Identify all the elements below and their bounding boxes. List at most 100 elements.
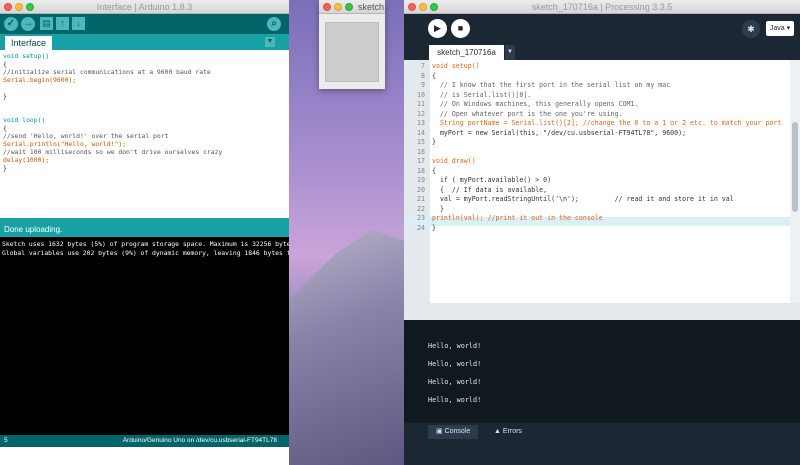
processing-console[interactable]: Hello, world! Hello, world! Hello, world… [404,320,800,423]
sketch-titlebar[interactable]: sketch... [319,0,385,14]
code-text: if ( myPort.available() > 0) [432,176,552,184]
code-line: Serial.begin(9600); [3,76,77,84]
code-line: 10 // is Serial.list()[0]. [404,91,790,101]
code-line: 7 void setup() [404,62,790,72]
line-number: 5 [4,437,8,444]
tab-menu-icon[interactable]: ▼ [505,45,515,60]
warning-icon: ▲ [494,428,503,435]
code-line: 8{ [404,72,790,82]
open-icon[interactable]: ↑ [56,17,69,30]
line-number: 8 [421,71,425,80]
close-button[interactable] [323,3,331,11]
tab-interface[interactable]: Interface [5,36,53,50]
minimize-button[interactable] [15,3,23,11]
processing-tabbar: sketch_170716a ▼ [404,44,800,60]
tab-console[interactable]: ▣ Console [428,425,479,439]
code-line: //wait 100 milliseconds so we don't driv… [3,148,223,156]
code-text: val = myPort.readStringUntil('\n'); // r… [432,195,734,203]
console-line: Sketch uses 1632 bytes (5%) of program s… [2,240,289,248]
serial-monitor-icon[interactable]: ⌕ [267,17,281,31]
line-number: 20 [417,185,425,194]
scrollbar-thumb[interactable] [792,122,798,212]
code-line: 9 // I know that the first port in the s… [404,81,790,91]
arduino-tabbar: Interface ▼ [0,34,289,50]
code-line: } [3,164,7,172]
zoom-button[interactable] [430,3,438,11]
tab-errors[interactable]: ▲ Errors [486,425,530,439]
code-line: void loop() [3,116,46,124]
code-text: void setup() [432,62,480,70]
line-number: 15 [417,138,425,146]
line-number: 16 [417,147,425,156]
code-line: } [3,92,7,100]
code-text: { // If data is available, [432,185,548,194]
line-number: 7 [421,62,425,70]
code-text: myPort = new Serial(this, "/dev/cu.usbse… [432,128,687,137]
zoom-button[interactable] [26,3,34,11]
close-button[interactable] [4,3,12,11]
processing-window: sketch_170716a | Processing 3.3.5 ▶ ■ ✱ … [404,0,800,465]
code-text: // On Windows machines, this generally o… [432,100,639,108]
code-text: { [432,71,436,80]
mode-selector[interactable]: Java ▾ [766,21,794,36]
code-line: //send 'Hello, world!' over the serial p… [3,132,169,140]
code-line: 22 } [404,205,790,215]
processing-titlebar[interactable]: sketch_170716a | Processing 3.3.5 [404,0,800,14]
code-text: println(val); //print it out in the cons… [432,214,603,222]
code-line: 18 { [404,167,790,177]
sketch-canvas[interactable] [325,22,379,82]
code-line: delay(1000); [3,156,50,164]
console-line: Global variables use 202 bytes (9%) of d… [2,249,289,257]
line-number: 22 [417,204,425,213]
debug-icon[interactable]: ✱ [742,20,760,38]
code-text: { [432,166,436,175]
processing-toolbar: ▶ ■ ✱ Java ▾ [404,14,800,44]
arduino-console[interactable]: Sketch uses 1632 bytes (5%) of program s… [0,237,289,435]
code-line: //initialize serial communications at a … [3,68,211,76]
tab-menu-icon[interactable]: ▼ [265,37,275,47]
code-line: 21 val = myPort.readStringUntil('\n'); /… [404,195,790,205]
minimize-button[interactable] [334,3,342,11]
board-port: Arduino/Genuino Uno on /dev/cu.usbserial… [122,437,277,444]
code-line: 17 void draw() [404,157,790,167]
minimize-button[interactable] [419,3,427,11]
code-text: String portName = Serial.list()[2]; //ch… [432,119,782,127]
console-icon: ▣ [436,428,445,435]
arduino-window: Interface | Arduino 1.8.3 ✓ → ▤ ↑ ↓ ⌕ In… [0,0,289,465]
arduino-window-title: Interface | Arduino 1.8.3 [96,2,193,12]
line-number: 19 [417,176,425,184]
sketch-preview-window: sketch... [319,0,385,89]
line-number: 18 [417,166,425,175]
new-icon[interactable]: ▤ [40,17,53,30]
line-number: 21 [417,195,425,203]
line-number: 12 [417,109,425,118]
code-line: 24} [404,224,790,234]
code-line: 13 String portName = Serial.list()[2]; /… [404,119,790,129]
code-text: } [432,223,436,232]
code-line: 16 [404,148,790,158]
stop-icon[interactable]: ■ [451,19,470,38]
verify-icon[interactable]: ✓ [4,17,18,31]
run-icon[interactable]: ▶ [428,19,447,38]
tab-sketch[interactable]: sketch_170716a [429,45,504,60]
editor-scrollbar[interactable] [790,60,800,303]
upload-icon[interactable]: → [21,17,35,31]
zoom-button[interactable] [345,3,353,11]
close-button[interactable] [408,3,416,11]
arduino-code-editor[interactable]: void setup() { //initialize serial commu… [0,50,289,218]
console-line: Hello, world! [428,378,482,386]
console-line: Hello, world! [428,360,482,368]
line-number: 9 [421,81,425,89]
code-line: 23 println(val); //print it out in the co… [404,214,790,224]
line-number: 14 [417,128,425,137]
processing-bottom-bar [404,440,800,465]
line-number: 11 [417,100,425,108]
code-line: 20 { // If data is available, [404,186,790,196]
upload-status: Done uploading. [0,223,289,237]
code-text: } [432,204,444,213]
arduino-titlebar[interactable]: Interface | Arduino 1.8.3 [0,0,289,14]
code-text: // Open whatever port is the one you're … [432,109,623,118]
save-icon[interactable]: ↓ [72,17,85,30]
code-text: void draw() [432,157,476,165]
